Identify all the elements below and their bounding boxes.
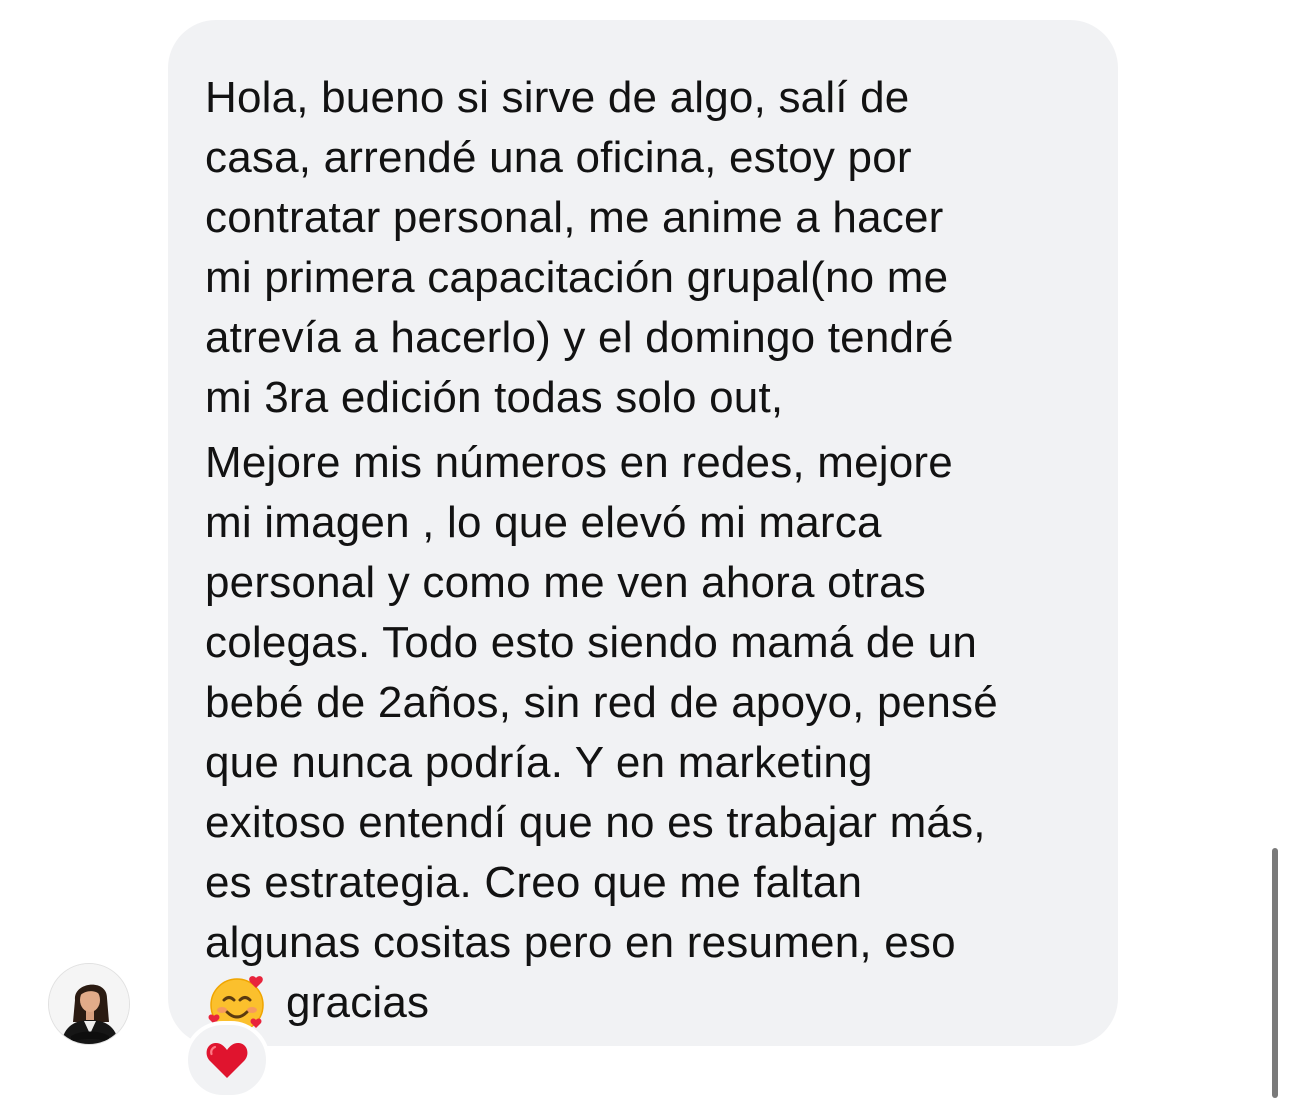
message-last-line: gracias	[205, 973, 1088, 1033]
sender-avatar[interactable]	[48, 963, 130, 1045]
message-line: contratar personal, me anime a hacer	[205, 193, 944, 242]
message-reaction[interactable]	[184, 1021, 270, 1098]
message-line: atrevía a hacerlo) y el domingo tendré	[205, 313, 954, 362]
message-line: mi imagen , lo que elevó mi marca	[205, 498, 882, 547]
message-line: que nunca podría. Y en marketing	[205, 738, 873, 787]
red-heart-icon	[206, 1042, 248, 1078]
chat-thread: Hola, bueno si sirve de algo, salí de ca…	[0, 0, 1290, 1098]
message-line: colegas. Todo esto siendo mamá de un	[205, 618, 978, 667]
message-line: mi primera capacitación grupal(no me	[205, 253, 949, 302]
message-line: bebé de 2años, sin red de apoyo, pensé	[205, 678, 998, 727]
message-line: algunas cositas pero en resumen, eso	[205, 918, 956, 967]
message-line: es estrategia. Creo que me faltan	[205, 858, 863, 907]
message-bubble[interactable]: Hola, bueno si sirve de algo, salí de ca…	[168, 20, 1118, 1046]
person-photo-icon	[49, 964, 129, 1044]
message-line: exitoso entendí que no es trabajar más,	[205, 798, 986, 847]
message-line: Mejore mis números en redes, mejore	[205, 438, 953, 487]
message-line: casa, arrendé una oficina, estoy por	[205, 133, 912, 182]
message-line: mi 3ra edición todas solo out,	[205, 373, 784, 422]
message-last-line-text: gracias	[286, 978, 430, 1027]
message-line: Hola, bueno si sirve de algo, salí de	[205, 73, 910, 122]
scrollbar[interactable]	[1272, 848, 1278, 1098]
message-line: personal y como me ven ahora otras	[205, 558, 926, 607]
